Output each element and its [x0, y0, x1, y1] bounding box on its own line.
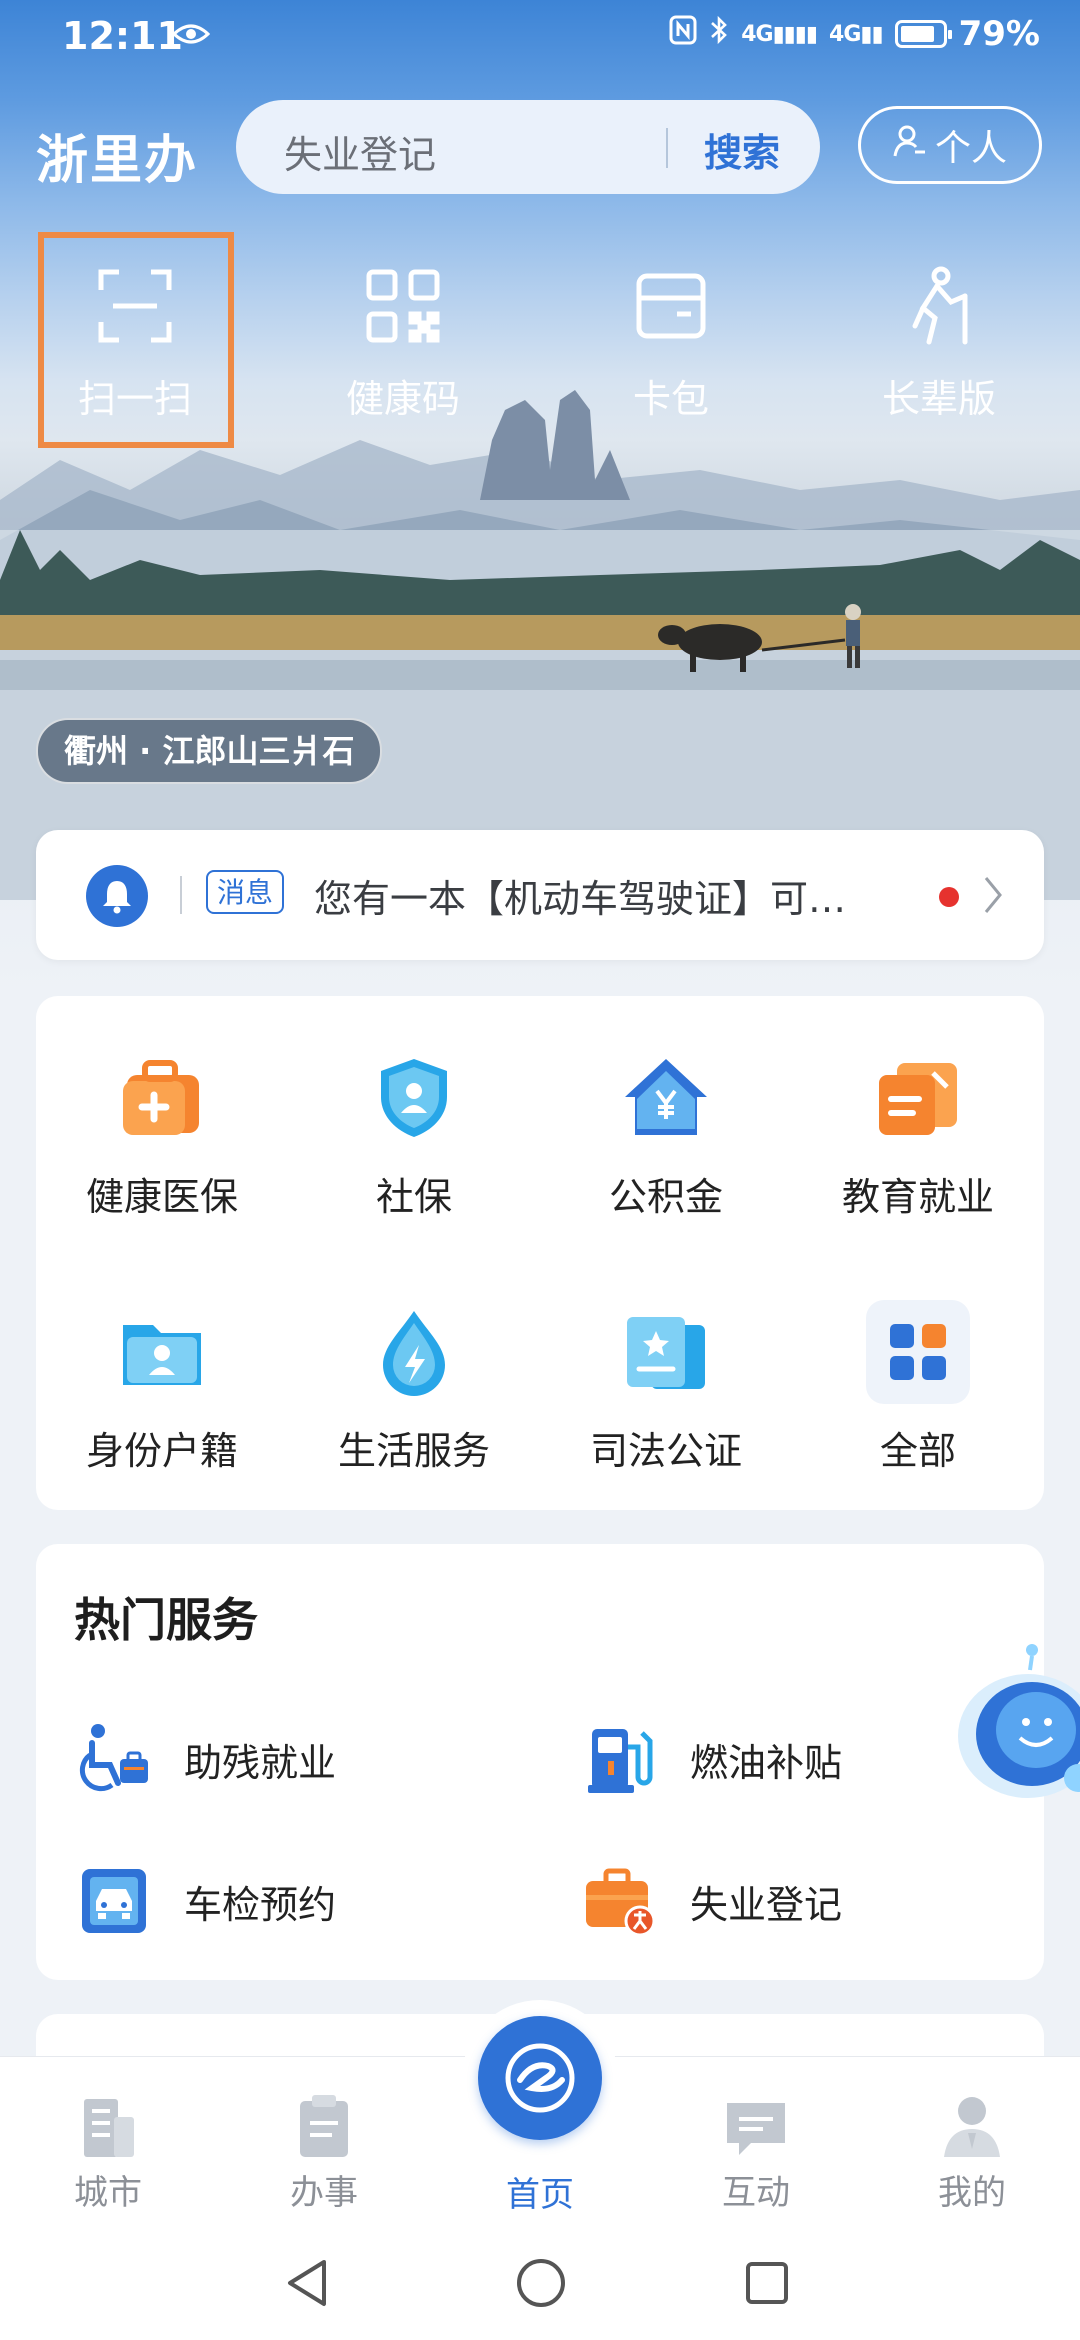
elder-icon [824, 256, 1054, 356]
tab-label: 互动 [722, 2173, 790, 2213]
education-icon [792, 1048, 1044, 1148]
unread-dot [939, 887, 959, 907]
house-yuan-icon [540, 1048, 792, 1148]
service-label: 全部 [879, 1429, 956, 1473]
person-icon [893, 124, 927, 167]
search-bar[interactable]: 失业登记 搜索 [236, 100, 820, 194]
quick-elder-mode[interactable]: 长辈版 [824, 238, 1054, 438]
app-logo: 浙里办 [36, 130, 199, 191]
shield-person-icon [288, 1048, 540, 1148]
service-social-security[interactable]: 社保 [288, 1048, 540, 1221]
profile-icon [902, 2075, 1042, 2159]
system-navigation-bar [0, 2228, 1080, 2340]
clipboard-icon [254, 2075, 394, 2159]
status-time: 12:11 [62, 14, 183, 58]
service-life[interactable]: 生活服务 [288, 1302, 540, 1475]
tab-label: 城市 [74, 2173, 142, 2213]
service-label: 公积金 [608, 1175, 723, 1219]
id-folder-icon [36, 1302, 288, 1402]
hot-item-label: 失业登记 [690, 1882, 843, 1927]
tab-interact[interactable]: 互动 [686, 2075, 826, 2214]
hot-item-label: 助残就业 [184, 1740, 337, 1785]
drop-bolt-icon [288, 1302, 540, 1402]
service-housing-fund[interactable]: 公积金 [540, 1048, 792, 1221]
service-all[interactable]: 全部 [792, 1300, 1044, 1475]
signal-icon: 4G▮▮▮▮ [741, 21, 818, 47]
quick-label: 卡包 [632, 377, 709, 421]
message-tag: 消息 [206, 870, 284, 914]
battery-level: 79% [958, 14, 1040, 54]
service-label: 健康医保 [85, 1175, 238, 1219]
quick-health-code[interactable]: 健康码 [288, 238, 518, 438]
tab-services[interactable]: 办事 [254, 2075, 394, 2214]
city-icon [38, 2075, 178, 2159]
service-label: 社保 [375, 1175, 452, 1219]
landscape-image [0, 390, 1080, 900]
hot-item-disability-employment[interactable]: 助残就业 [74, 1714, 336, 1804]
service-education[interactable]: 教育就业 [792, 1048, 1044, 1221]
certificate-icon [540, 1302, 792, 1402]
service-label: 教育就业 [841, 1175, 994, 1219]
service-grid: 健康医保 社保 公积金 教育就业 身份户籍 生活服务 司法公证 全部 [36, 996, 1044, 1510]
notice-bar[interactable]: 消息 您有一本【机动车驾驶证】可… [36, 830, 1044, 960]
search-divider [666, 128, 668, 168]
personal-button[interactable]: 个人 [858, 106, 1042, 184]
hot-item-vehicle-inspection[interactable]: 车检预约 [74, 1856, 336, 1946]
car-inspection-icon [74, 1861, 154, 1941]
status-bar: 12:11 4G▮▮▮▮ 4G▮▮ 79% [0, 0, 1080, 80]
tab-label: 办事 [290, 2173, 358, 2213]
search-input[interactable]: 失业登记 [284, 124, 436, 179]
chevron-right-icon [980, 874, 1006, 920]
nfc-icon [669, 14, 697, 54]
wallet-icon [556, 256, 786, 356]
tab-city[interactable]: 城市 [38, 2075, 178, 2214]
hot-item-label: 车检预约 [184, 1882, 337, 1927]
bluetooth-icon [709, 14, 729, 54]
tab-home[interactable]: 首页 [470, 2161, 610, 2216]
recents-icon[interactable] [744, 2260, 790, 2310]
service-label: 司法公证 [589, 1429, 742, 1473]
hot-services-card: 热门服务 助残就业 燃油补贴 车检预约 失业登记 [36, 1544, 1044, 1980]
notice-divider [180, 876, 182, 914]
qr-code-icon [288, 256, 518, 356]
section-title: 热门服务 [74, 1593, 258, 1647]
quick-label: 长辈版 [881, 377, 996, 421]
home-circle-icon[interactable] [514, 2256, 568, 2314]
briefcase-icon [580, 1861, 660, 1941]
fuel-pump-icon [580, 1719, 660, 1799]
quick-label: 健康码 [345, 377, 460, 421]
medical-kit-icon [36, 1048, 288, 1148]
battery-icon [894, 20, 952, 48]
tab-profile[interactable]: 我的 [902, 2075, 1042, 2214]
bell-icon [86, 865, 148, 927]
tab-label: 首页 [506, 2175, 574, 2215]
hot-item-label: 燃油补贴 [690, 1740, 843, 1785]
home-logo-icon[interactable] [478, 2016, 602, 2140]
personal-label: 个人 [934, 128, 1007, 169]
hot-item-fuel-subsidy[interactable]: 燃油补贴 [580, 1714, 842, 1804]
service-label: 身份户籍 [85, 1429, 238, 1473]
chat-icon [686, 2075, 826, 2159]
assistant-robot-icon[interactable] [950, 1638, 1080, 1822]
grid-apps-icon [792, 1300, 1044, 1404]
service-medical[interactable]: 健康医保 [36, 1048, 288, 1221]
search-button[interactable]: 搜索 [682, 122, 802, 177]
quick-wallet[interactable]: 卡包 [556, 238, 786, 438]
wheelchair-icon [74, 1719, 154, 1799]
notice-message: 您有一本【机动车驾驶证】可… [314, 877, 847, 921]
signal-icon-2: 4G▮▮ [829, 21, 884, 47]
back-icon[interactable] [282, 2256, 332, 2314]
scan-highlight-box [38, 232, 234, 448]
location-caption: 衢州 · 江郎山三爿石 [36, 718, 383, 784]
tab-label: 我的 [938, 2173, 1006, 2213]
eye-icon [171, 22, 211, 50]
hot-item-unemployment[interactable]: 失业登记 [580, 1856, 842, 1946]
service-identity[interactable]: 身份户籍 [36, 1302, 288, 1475]
service-label: 生活服务 [337, 1429, 490, 1473]
service-justice[interactable]: 司法公证 [540, 1302, 792, 1475]
